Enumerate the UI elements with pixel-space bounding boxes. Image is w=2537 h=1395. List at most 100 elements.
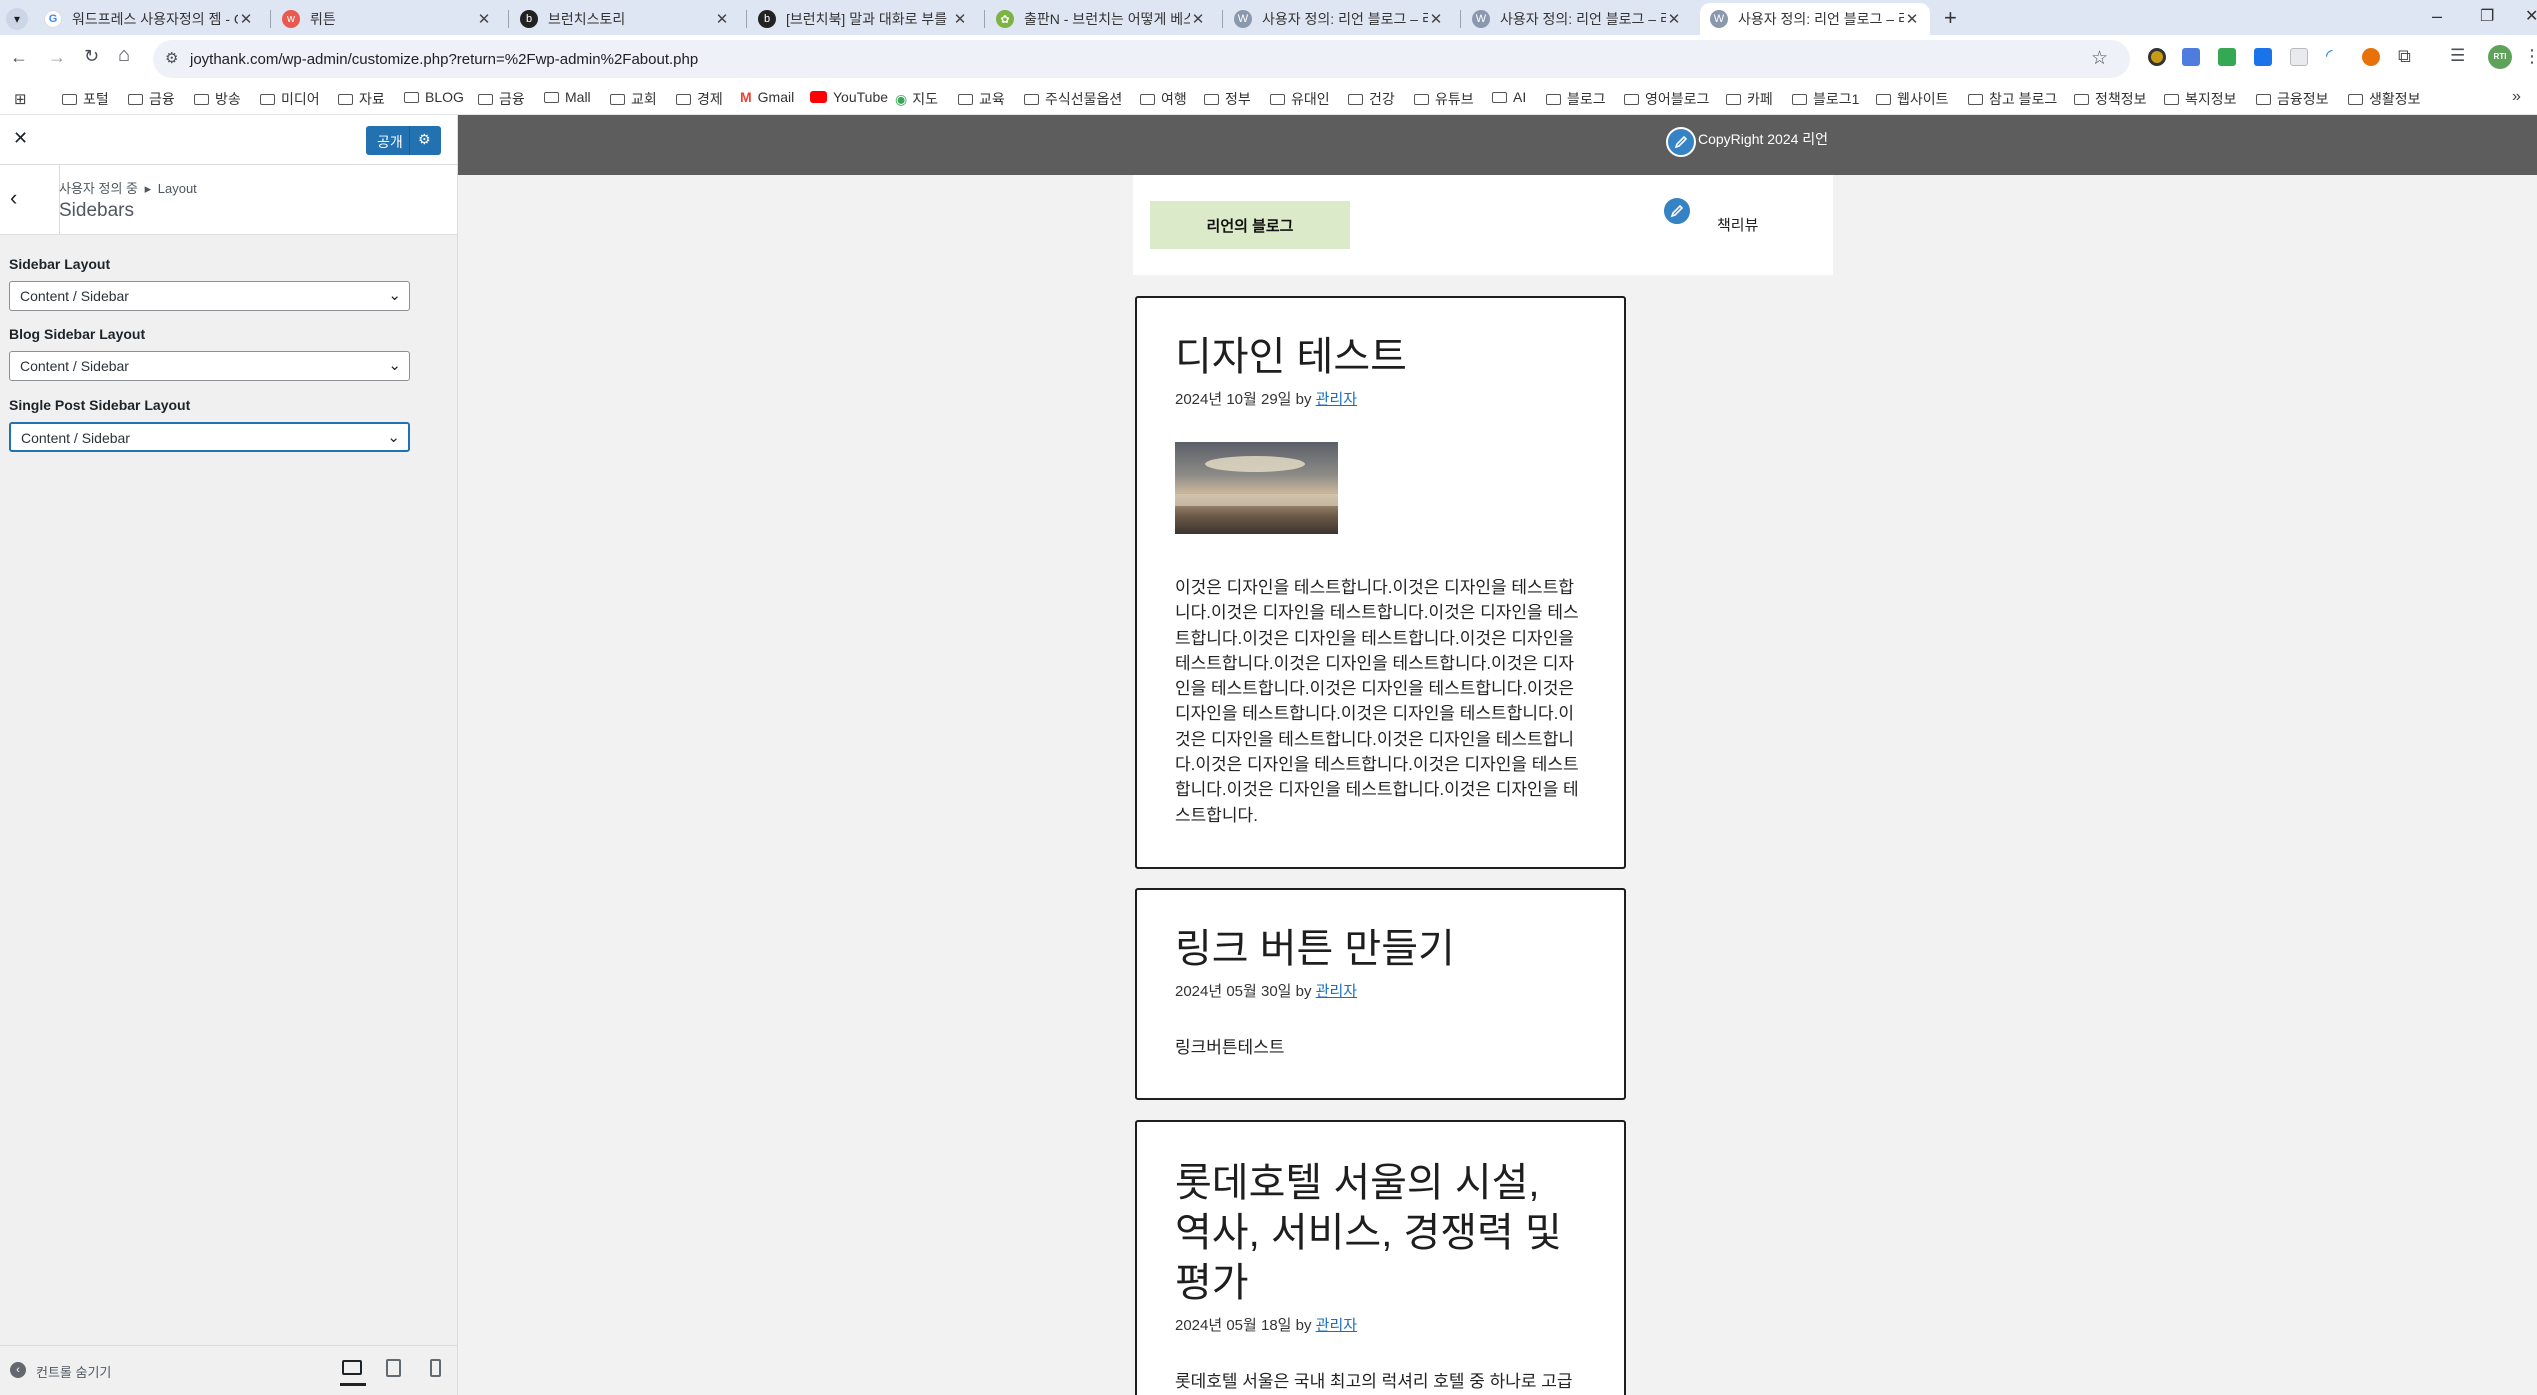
tab-close-icon[interactable]: ✕: [476, 10, 492, 28]
tab-close-icon[interactable]: ✕: [1904, 10, 1920, 28]
browser-tab-7[interactable]: W 사용자 정의: 리언 블로그 – 리 ✕: [1462, 3, 1692, 35]
bookmark-folder[interactable]: 금융정보: [2256, 89, 2329, 109]
extension-icon[interactable]: [2148, 48, 2166, 66]
browser-toolbar: ← → ↻ ⌂ ⚙ ☆ joythank.com/wp-admin/custom…: [0, 35, 2537, 82]
folder-icon: [338, 93, 353, 105]
bookmark-folder[interactable]: 주식선물옵션: [1024, 89, 1122, 109]
extension-icon[interactable]: [2218, 48, 2236, 66]
site-title-logo[interactable]: 리언의 블로그: [1150, 201, 1350, 249]
bookmark-folder[interactable]: 블로그: [1546, 89, 1606, 109]
bookmark-folder[interactable]: 복지정보: [2164, 89, 2237, 109]
bookmark-folder[interactable]: 금융: [128, 89, 175, 109]
folder-icon: [1546, 93, 1561, 105]
tab-close-icon[interactable]: ✕: [238, 10, 254, 28]
tab-search-chevron-icon[interactable]: ▾: [6, 8, 28, 30]
translate-extension-icon[interactable]: [2182, 48, 2200, 66]
extension-icon[interactable]: [2290, 48, 2308, 66]
tab-close-icon[interactable]: ✕: [1666, 10, 1682, 28]
bookmark-maps[interactable]: ◉ 지도: [895, 89, 938, 109]
extension-icon[interactable]: [2254, 48, 2272, 66]
post-author-link[interactable]: 관리자: [1316, 1317, 1357, 1334]
tab-close-icon[interactable]: ✕: [952, 10, 968, 28]
window-minimize-icon[interactable]: –: [2432, 6, 2442, 27]
more-bookmarks-chevron-icon[interactable]: »: [2512, 88, 2521, 106]
bookmark-folder[interactable]: 교회: [610, 89, 657, 109]
bookmark-folder[interactable]: 포털: [62, 89, 109, 109]
new-tab-plus-icon[interactable]: +: [1944, 5, 1957, 31]
bookmark-folder[interactable]: 경제: [676, 89, 723, 109]
bookmark-folder[interactable]: 금융: [478, 89, 525, 109]
bookmark-folder[interactable]: 영어블로그: [1624, 89, 1709, 109]
post-excerpt: 이것은 디자인을 테스트합니다.이것은 디자인을 테스트합니다.이것은 디자인을…: [1175, 578, 1579, 825]
back-chevron-icon[interactable]: ‹: [10, 185, 17, 211]
bookmark-folder[interactable]: 유튜브: [1414, 89, 1474, 109]
reload-icon[interactable]: ↻: [84, 46, 99, 67]
bookmark-folder[interactable]: BLOG: [404, 89, 464, 105]
collapse-arrow-icon[interactable]: ‹: [10, 1362, 26, 1378]
nav-menu-item[interactable]: 책리뷰: [1717, 214, 1758, 235]
browser-tab-4[interactable]: b [브런치북] 말과 대화로 부를 일 ✕: [748, 3, 978, 35]
bookmark-folder[interactable]: 블로그1: [1792, 89, 1859, 109]
bookmark-folder[interactable]: 생활정보: [2348, 89, 2421, 109]
bookmark-folder[interactable]: 건강: [1348, 89, 1395, 109]
edit-pencil-icon[interactable]: [1666, 127, 1696, 157]
single-post-sidebar-layout-select[interactable]: Content / Sidebar ⌄: [9, 422, 410, 452]
post-title[interactable]: 디자인 테스트: [1175, 332, 1586, 382]
post-thumbnail-image[interactable]: [1175, 442, 1338, 534]
browser-tab-1[interactable]: G 워드프레스 사용자정의 젬 - G ✕: [34, 3, 264, 35]
bookmark-folder[interactable]: 웹사이트: [1876, 89, 1949, 109]
desktop-preview-icon[interactable]: [342, 1360, 362, 1375]
apps-grid-icon[interactable]: ⊞: [14, 90, 27, 108]
bookmark-folder[interactable]: 카페: [1726, 89, 1773, 109]
bookmark-folder[interactable]: 정부: [1204, 89, 1251, 109]
bookmark-folder[interactable]: 여행: [1140, 89, 1187, 109]
bookmark-folder[interactable]: 방송: [194, 89, 241, 109]
bookmark-folder[interactable]: Mall: [544, 89, 591, 105]
window-restore-icon[interactable]: ❐: [2480, 6, 2494, 26]
browser-tab-5[interactable]: ✿ 출판N - 브런치는 어떻게 베스 ✕: [986, 3, 1216, 35]
window-close-icon[interactable]: ✕: [2525, 6, 2537, 26]
post-author-link[interactable]: 관리자: [1316, 983, 1357, 1000]
bookmark-folder[interactable]: 자료: [338, 89, 385, 109]
mobile-preview-icon[interactable]: [430, 1359, 441, 1377]
forward-arrow-icon[interactable]: →: [48, 47, 66, 68]
tab-close-icon[interactable]: ✕: [1190, 10, 1206, 28]
wordpress-icon: W: [1710, 10, 1728, 28]
url-text[interactable]: joythank.com/wp-admin/customize.php?retu…: [190, 51, 698, 68]
bookmark-folder[interactable]: 정책정보: [2074, 89, 2147, 109]
home-icon[interactable]: ⌂: [118, 44, 130, 67]
blog-sidebar-layout-select[interactable]: Content / Sidebar ⌄: [9, 351, 410, 381]
post-author-link[interactable]: 관리자: [1316, 391, 1357, 408]
bookmark-folder[interactable]: AI: [1492, 89, 1526, 105]
site-info-icon[interactable]: ⚙: [165, 49, 178, 67]
post-title[interactable]: 링크 버튼 만들기: [1175, 924, 1586, 974]
extension-icon[interactable]: [2362, 48, 2380, 66]
browser-tab-6[interactable]: W 사용자 정의: 리언 블로그 – 리 ✕: [1224, 3, 1454, 35]
menu-kebab-icon[interactable]: ⋮: [2523, 46, 2537, 67]
bookmark-gmail[interactable]: M Gmail: [740, 89, 794, 105]
browser-tab-3[interactable]: b 브런치스토리 ✕: [510, 3, 740, 35]
sidebar-layout-select[interactable]: Content / Sidebar ⌄: [9, 281, 410, 311]
bookmark-folder[interactable]: 미디어: [260, 89, 320, 109]
bookmark-youtube[interactable]: YouTube: [810, 89, 888, 105]
browser-tab-2[interactable]: w 뤼튼 ✕: [272, 3, 502, 35]
tab-close-icon[interactable]: ✕: [1428, 10, 1444, 28]
bookmark-star-icon[interactable]: ☆: [2091, 47, 2108, 70]
tablet-preview-icon[interactable]: [386, 1359, 401, 1377]
close-icon[interactable]: ✕: [13, 128, 28, 149]
post-title[interactable]: 롯데호텔 서울의 시설, 역사, 서비스, 경쟁력 및 평가: [1175, 1158, 1586, 1308]
browser-tab-8-active[interactable]: W 사용자 정의: 리언 블로그 – 리 ✕: [1700, 3, 1930, 35]
publish-button[interactable]: 공개 ⚙: [366, 126, 441, 155]
tab-search-icon[interactable]: ☰: [2450, 46, 2465, 66]
bookmark-folder[interactable]: 참고 블로그: [1968, 89, 2057, 109]
edit-pencil-icon[interactable]: [1662, 196, 1692, 226]
extensions-puzzle-icon[interactable]: ⧉: [2398, 46, 2411, 67]
hide-controls-button[interactable]: 컨트롤 숨기기: [36, 1362, 111, 1381]
bookmark-folder[interactable]: 유대인: [1270, 89, 1330, 109]
profile-avatar[interactable]: RTI: [2488, 45, 2512, 69]
gear-icon[interactable]: ⚙: [418, 131, 431, 148]
extension-icon[interactable]: ◜: [2326, 46, 2333, 66]
tab-close-icon[interactable]: ✕: [714, 10, 730, 28]
back-arrow-icon[interactable]: ←: [10, 47, 28, 68]
bookmark-folder[interactable]: 교육: [958, 89, 1005, 109]
